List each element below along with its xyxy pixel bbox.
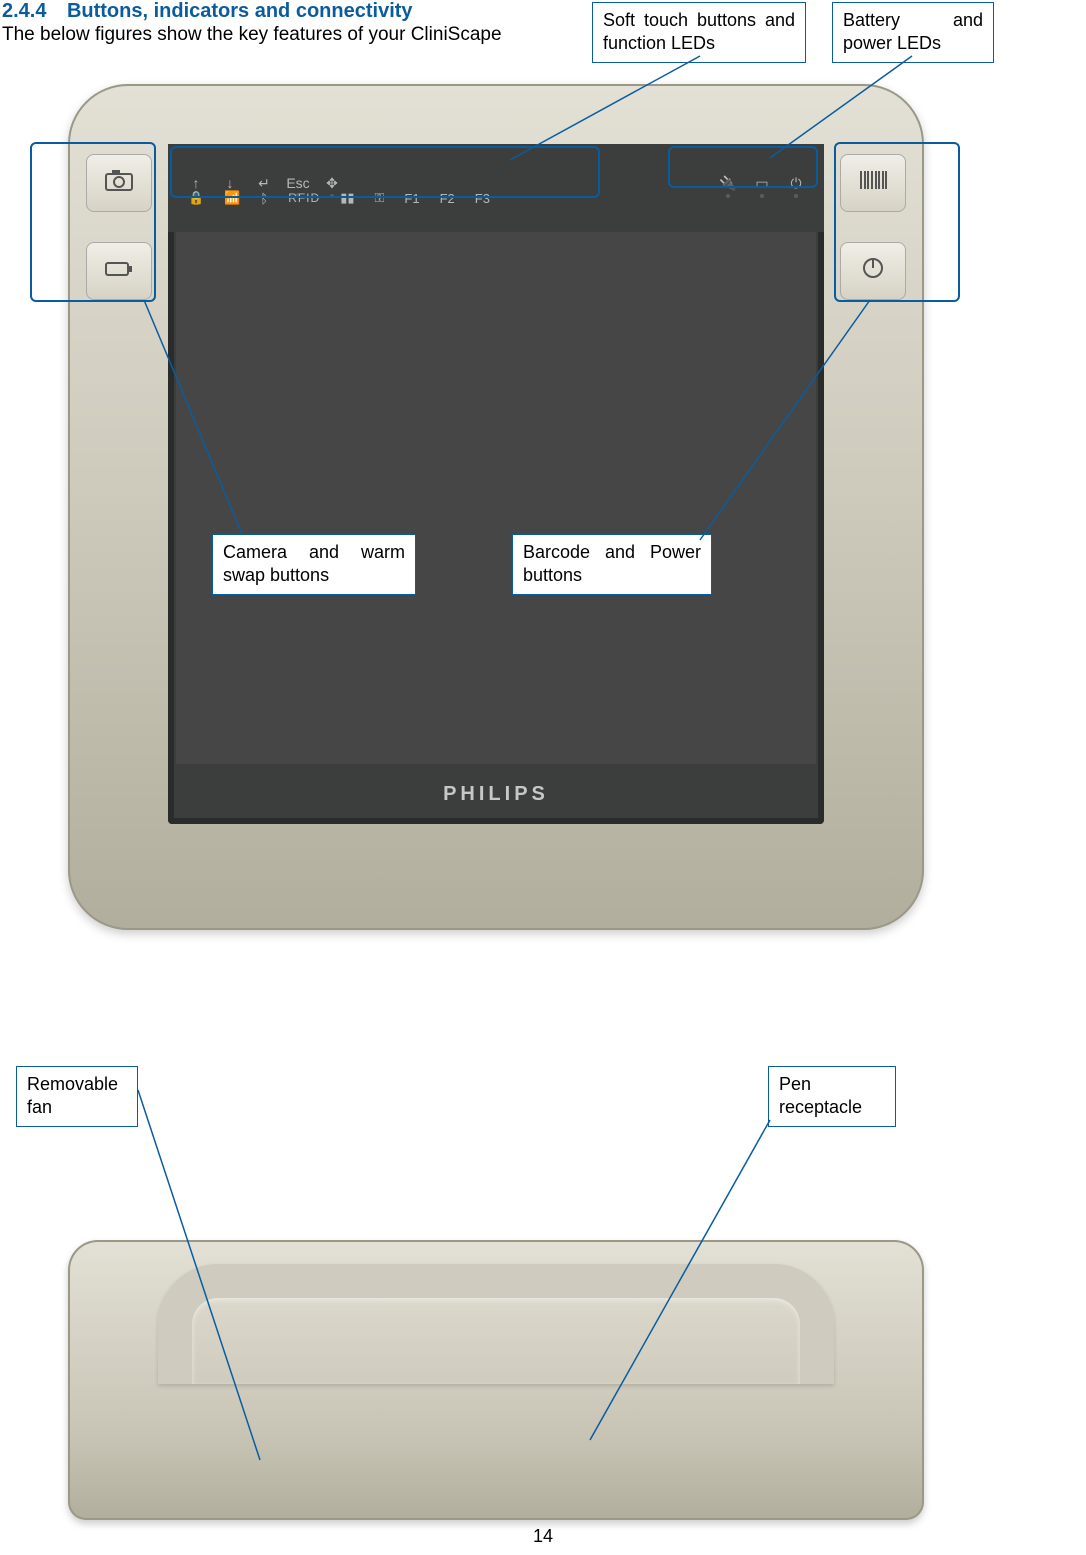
highlight-left-buttons	[30, 142, 156, 302]
section-heading: 2.4.4 Buttons, indicators and connectivi…	[2, 0, 413, 23]
callout-battery: Battery and power LEDs	[832, 2, 994, 63]
page-number: 14	[0, 1526, 1086, 1547]
callout-camera: Camera and warm swap buttons	[212, 534, 416, 595]
callout-barcode: Barcode and Power buttons	[512, 534, 712, 595]
callout-soft-touch: Soft touch buttons and function LEDs	[592, 2, 806, 63]
section-number: 2.4.4	[2, 0, 46, 22]
screen-frame: ↑ ↓ ↵ Esc ✥ 🔌 ▭ ⏻ 🔒 📶 ᛒ RFID ▮▮ ⚿ F1 F2 …	[168, 144, 824, 824]
brand-label: PHILIPS	[168, 764, 824, 824]
highlight-right-buttons	[834, 142, 960, 302]
callout-fan: Removable fan	[16, 1066, 138, 1127]
highlight-power-leds	[668, 146, 818, 188]
device-back-view	[68, 1240, 924, 1520]
intro-text: The below figures show the key features …	[2, 24, 502, 46]
device-front-view: ↑ ↓ ↵ Esc ✥ 🔌 ▭ ⏻ 🔒 📶 ᛒ RFID ▮▮ ⚿ F1 F2 …	[68, 84, 924, 930]
highlight-topbar-leds	[170, 146, 600, 198]
callout-pen: Pen receptacle	[768, 1066, 896, 1127]
display-area	[176, 232, 816, 764]
section-title: Buttons, indicators and connectivity	[67, 0, 413, 22]
carry-handle	[158, 1264, 834, 1384]
